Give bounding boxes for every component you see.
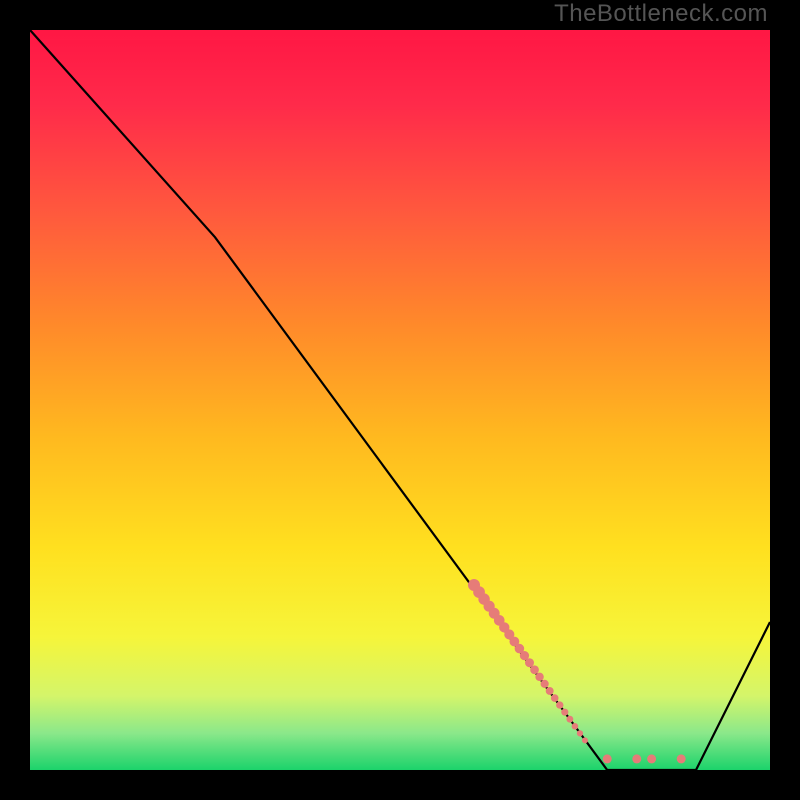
watermark-text: TheBottleneck.com bbox=[554, 0, 768, 28]
plot-background bbox=[30, 30, 770, 770]
chart-container: TheBottleneck.com bbox=[0, 0, 800, 800]
bottleneck-chart bbox=[0, 0, 800, 800]
